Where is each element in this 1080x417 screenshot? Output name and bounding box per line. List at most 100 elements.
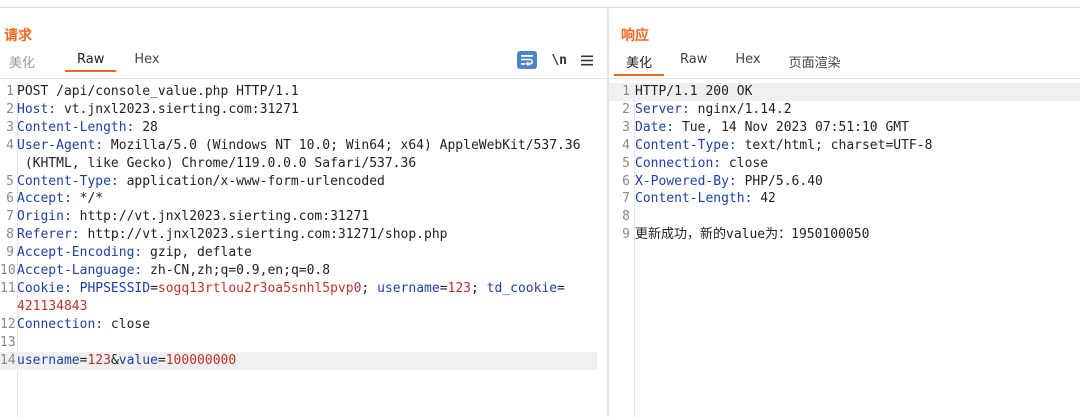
- response-tab-pretty[interactable]: 美化: [613, 50, 665, 76]
- response-tab-render[interactable]: 页面渲染: [789, 50, 841, 76]
- response-line[interactable]: 3 Date: Tue, 14 Nov 2023 07:51:10 GMT: [609, 119, 1080, 137]
- request-pane: 请求 美化 Raw Hex \n 1 POST /api/console_valu…: [0, 8, 607, 417]
- request-line[interactable]: 3 Content-Length: 28: [0, 119, 597, 137]
- response-tab-hex[interactable]: Hex: [735, 50, 760, 72]
- text-segment: ;: [471, 280, 487, 296]
- line-content: User-Agent: Mozilla/5.0 (Windows NT 10.0…: [17, 137, 597, 155]
- response-title: 响应: [621, 28, 649, 44]
- request-line[interactable]: 4 User-Agent: Mozilla/5.0 (Windows NT 10.…: [0, 137, 597, 155]
- request-line[interactable]: 6 Accept: */*: [0, 190, 597, 208]
- field-name: Accept-Encoding:: [17, 245, 143, 261]
- field-name: Server:: [635, 101, 690, 117]
- field-name: Connection:: [635, 155, 722, 171]
- field-name: Content-Length:: [635, 191, 753, 207]
- text-segment: (KHTML, like Gecko) Chrome/119.0.0.0 Saf…: [17, 155, 417, 171]
- response-line[interactable]: 6 X-Powered-By: PHP/5.6.40: [609, 173, 1080, 191]
- line-content: (KHTML, like Gecko) Chrome/119.0.0.0 Saf…: [17, 155, 597, 173]
- field-name: username: [377, 280, 440, 296]
- line-content: Content-Type: application/x-www-form-url…: [17, 173, 597, 191]
- request-tab-pretty[interactable]: 美化: [9, 50, 35, 76]
- line-number: 6: [622, 173, 630, 189]
- line-number: 10: [0, 263, 16, 279]
- line-content: Cookie: PHPSESSID = sogq13rtlou2r3oa5snhl5…: [17, 280, 597, 298]
- field-name: Referer:: [17, 227, 80, 243]
- line-content: Referer: http://vt.jnxl2023.sierting.com…: [17, 226, 597, 244]
- field-value: sogq13rtlou2r3oa5snhl5pvp0: [157, 280, 362, 296]
- line-content: Content-Length: 42: [635, 190, 1080, 208]
- line-number: 12: [0, 316, 16, 332]
- text-segment: Mozilla/5.0 (Windows NT 10.0; Win64; x64…: [103, 137, 581, 153]
- request-line[interactable]: 5 Content-Type: application/x-www-form-ur…: [0, 173, 597, 191]
- request-line[interactable]: 1 POST /api/console_value.php HTTP/1.1: [0, 83, 597, 101]
- line-content: Connection: close: [17, 316, 597, 334]
- field-name: Cookie:: [17, 280, 72, 296]
- request-line[interactable]: 8 Referer: http://vt.jnxl2023.sierting.co…: [0, 226, 597, 244]
- line-number: 5: [6, 173, 14, 189]
- line-number: 11: [0, 280, 16, 296]
- request-line[interactable]: 12 Connection: close: [0, 316, 597, 334]
- request-line[interactable]: 13: [0, 334, 597, 352]
- text-segment: PHP/5.6.40: [736, 173, 823, 189]
- line-number: 7: [6, 209, 14, 225]
- request-line[interactable]: 11 Cookie: PHPSESSID = sogq13rtlou2r3oa5snh…: [0, 280, 597, 298]
- text-wrap-icon[interactable]: [517, 51, 538, 69]
- request-line[interactable]: 14 username=123&value=100000000: [0, 351, 597, 370]
- response-line[interactable]: 7 Content-Length: 42: [609, 190, 1080, 208]
- request-tab-hex[interactable]: Hex: [134, 50, 159, 72]
- request-tab-separator: [0, 78, 607, 79]
- response-tab-raw[interactable]: Raw: [680, 50, 707, 72]
- line-number: 1: [6, 84, 14, 99]
- request-tabs: 美化 Raw Hex: [0, 50, 188, 76]
- line-content: HTTP/1.1 200 OK: [635, 83, 1080, 101]
- line-content: Host: vt.jnxl2023.sierting.com:31271: [17, 101, 597, 119]
- field-name: Content-Length:: [17, 119, 135, 135]
- response-line[interactable]: 2 Server: nginx/1.14.2: [609, 101, 1080, 119]
- line-content: 更新成功，新的value为：1950100050: [635, 226, 1080, 244]
- response-pane: 响应 美化 Raw Hex 页面渲染 1 HTTP/1.1 200 OK 2 Serv…: [609, 8, 1080, 417]
- response-editor[interactable]: 1 HTTP/1.1 200 OK 2 Server: nginx/1.14.2 3 Da…: [609, 83, 1080, 244]
- request-line[interactable]: 7 Origin: http://vt.jnxl2023.sierting.com…: [0, 208, 597, 226]
- text-segment: &: [110, 352, 119, 368]
- request-editor[interactable]: 1 POST /api/console_value.php HTTP/1.1 2 Ho…: [0, 83, 597, 370]
- request-tab-raw[interactable]: Raw: [64, 50, 117, 72]
- text-segment: close: [721, 155, 769, 171]
- line-number: 4: [622, 137, 630, 153]
- field-name: value: [118, 352, 158, 368]
- response-line[interactable]: 8: [609, 208, 1080, 226]
- request-line[interactable]: 9 Accept-Encoding: gzip, deflate: [0, 244, 597, 262]
- request-line[interactable]: (KHTML, like Gecko) Chrome/119.0.0.0 Saf…: [0, 155, 597, 173]
- text-segment: */*: [71, 191, 104, 207]
- field-value: 100000000: [165, 352, 237, 368]
- field-name: Accept:: [17, 191, 72, 207]
- line-number: 8: [622, 209, 630, 225]
- line-content: 421134843: [17, 298, 597, 316]
- line-number: 3: [622, 119, 630, 135]
- show-newlines-button[interactable]: \n: [551, 51, 567, 69]
- line-number: 6: [6, 191, 14, 207]
- line-number: 2: [6, 101, 14, 117]
- text-segment: [72, 281, 80, 296]
- text-segment: 42: [752, 191, 776, 207]
- request-line[interactable]: 421134843: [0, 298, 597, 316]
- response-line[interactable]: 4 Content-Type: text/html; charset=UTF-8: [609, 137, 1080, 155]
- request-line[interactable]: 10 Accept-Language: zh-CN,zh;q=0.9,en;q=0…: [0, 262, 597, 280]
- response-line[interactable]: 9 更新成功，新的value为：1950100050: [609, 226, 1080, 244]
- field-name: Origin:: [17, 209, 72, 225]
- text-segment: =: [557, 280, 565, 296]
- line-content: Origin: http://vt.jnxl2023.sierting.com:…: [17, 208, 597, 226]
- field-name: PHPSESSID: [79, 280, 151, 296]
- field-name: Host:: [17, 101, 57, 117]
- field-name: Date:: [635, 119, 675, 135]
- response-line[interactable]: 1 HTTP/1.1 200 OK: [609, 83, 1080, 101]
- line-content: [635, 208, 1080, 226]
- menu-icon[interactable]: [581, 51, 593, 69]
- line-number: 9: [622, 227, 630, 243]
- response-line[interactable]: 5 Connection: close: [609, 155, 1080, 173]
- line-number: 1: [622, 84, 630, 99]
- line-number: 13: [0, 334, 16, 350]
- line-number: 2: [622, 101, 630, 117]
- line-content: username=123&value=100000000: [17, 352, 597, 370]
- request-line[interactable]: 2 Host: vt.jnxl2023.sierting.com:31271: [0, 101, 597, 119]
- line-content: Content-Length: 28: [17, 119, 597, 137]
- line-number: 9: [6, 245, 14, 261]
